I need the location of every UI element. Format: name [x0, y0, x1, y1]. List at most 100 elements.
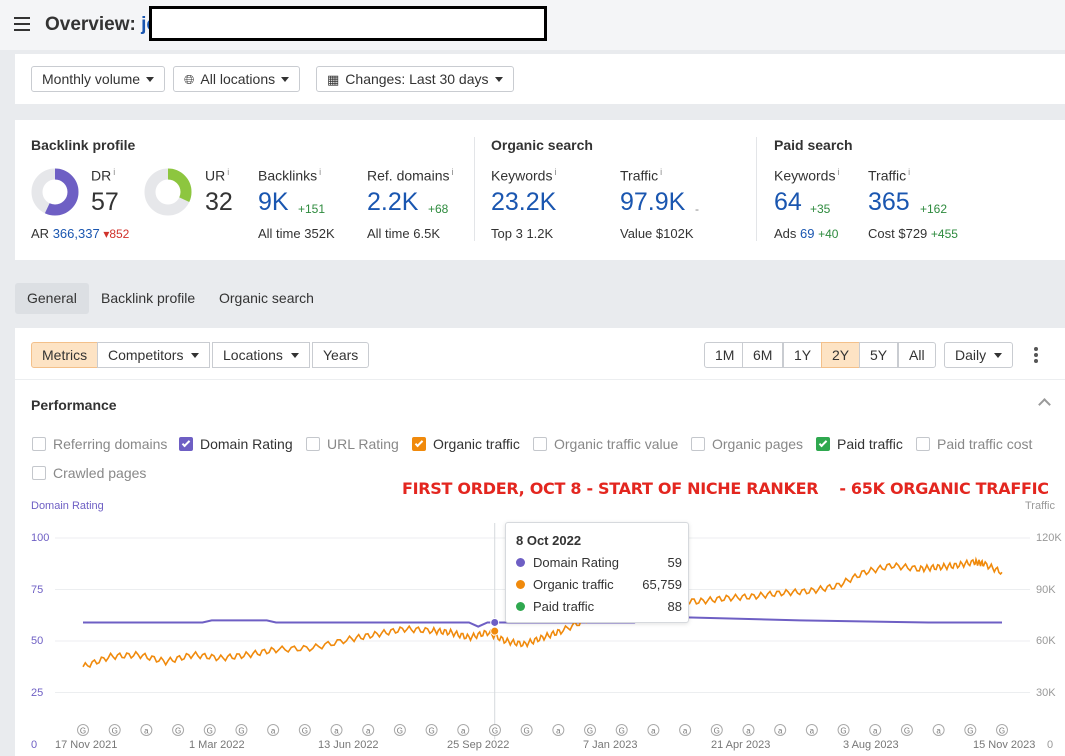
checkbox-paid-traffic[interactable]: Paid traffic	[816, 436, 903, 452]
right-axis-title: Traffic	[1025, 500, 1055, 512]
info-icon: i	[319, 167, 322, 177]
dr-value[interactable]: 57	[91, 188, 119, 217]
ref-domains-alltime: All time 6.5K	[367, 226, 440, 241]
checkbox-organic-traffic[interactable]: Organic traffic	[412, 436, 520, 452]
chevron-down-icon	[146, 77, 155, 82]
dr-donut	[31, 168, 79, 216]
range-2y[interactable]: 2Y	[821, 342, 861, 368]
event-marker: a	[869, 724, 882, 736]
range-6m[interactable]: 6M	[742, 342, 784, 368]
paid-keywords-value[interactable]: 64	[774, 188, 802, 217]
event-marker: a	[679, 724, 692, 736]
ref-domains-label: Ref. domains i	[367, 167, 454, 184]
event-marker: a	[647, 724, 660, 736]
event-marker: G	[172, 724, 185, 736]
svg-text:G: G	[587, 727, 593, 736]
organic-traffic-delta: -	[695, 202, 699, 216]
more-options-icon[interactable]	[1034, 347, 1040, 365]
svg-text:G: G	[428, 727, 434, 736]
divider	[474, 137, 475, 241]
ar-row: AR 366,337 ▾852	[31, 226, 130, 241]
checkbox-domain-rating[interactable]: Domain Rating	[179, 436, 293, 452]
page-title: Overview: je	[45, 14, 157, 36]
info-icon: i	[451, 167, 454, 177]
range-5y[interactable]: 5Y	[859, 342, 899, 368]
checkbox-url-rating[interactable]: URL Rating	[306, 436, 399, 452]
svg-text:G: G	[302, 727, 308, 736]
svg-text:a: a	[683, 727, 688, 736]
metrics-button[interactable]: Metrics	[31, 342, 99, 368]
svg-text:G: G	[840, 727, 846, 736]
checkbox-organic-pages[interactable]: Organic pages	[691, 436, 803, 452]
svg-text:a: a	[810, 727, 815, 736]
paid-cost: Cost $729 +455	[868, 226, 958, 241]
divider	[756, 137, 757, 241]
svg-text:G: G	[207, 727, 213, 736]
ar-value[interactable]: 366,337	[53, 226, 100, 241]
checkbox-crawled-pages[interactable]: Crawled pages	[32, 465, 146, 481]
ref-domains-value[interactable]: 2.2K	[367, 188, 418, 217]
range-1y[interactable]: 1Y	[783, 342, 823, 368]
chevron-down-icon	[290, 353, 299, 358]
menu-icon[interactable]	[14, 17, 30, 31]
svg-text:G: G	[904, 727, 910, 736]
backlink-profile-title: Backlink profile	[31, 137, 136, 153]
organic-traffic-label: Traffic i	[620, 167, 663, 184]
paid-traffic-value[interactable]: 365	[868, 188, 910, 217]
event-marker: G	[584, 724, 597, 736]
checkbox-referring-domains[interactable]: Referring domains	[32, 436, 167, 452]
range-all[interactable]: All	[898, 342, 936, 368]
interval-dropdown[interactable]: Daily	[944, 342, 1014, 368]
x-tick: 3 Aug 2023	[843, 739, 899, 751]
changes-dropdown[interactable]: ▦ Changes: Last 30 days	[316, 66, 514, 92]
svg-text:a: a	[651, 727, 656, 736]
svg-text:a: a	[936, 727, 941, 736]
tab-general[interactable]: General	[15, 283, 89, 314]
organic-keywords-value[interactable]: 23.2K	[491, 188, 556, 217]
paid-ads: Ads 69 +40	[774, 226, 839, 241]
ur-donut	[144, 168, 192, 216]
locations-chart-dropdown[interactable]: Locations	[212, 342, 310, 368]
highlight-point-dr	[490, 617, 500, 627]
svg-text:a: a	[334, 727, 339, 736]
event-marker: G	[393, 724, 406, 736]
event-marker: G	[837, 724, 850, 736]
chevron-down-icon	[494, 77, 503, 82]
years-button[interactable]: Years	[312, 342, 370, 368]
tab-organic-search[interactable]: Organic search	[207, 283, 326, 314]
ur-label[interactable]: UR i	[205, 167, 229, 184]
ref-domains-delta: +68	[428, 202, 449, 216]
organic-search-title: Organic search	[491, 137, 593, 153]
highlight-point-organic	[490, 626, 500, 636]
checkbox-organic-traffic-value[interactable]: Organic traffic value	[533, 436, 678, 452]
right-tick: 0	[1047, 739, 1054, 751]
organic-top3: Top 3 1.2K	[491, 226, 554, 241]
svg-text:G: G	[714, 727, 720, 736]
event-marker: G	[710, 724, 723, 736]
event-marker: G	[203, 724, 216, 736]
tooltip-date: 8 Oct 2022	[516, 533, 582, 548]
ur-value[interactable]: 32	[205, 188, 233, 217]
organic-traffic-value[interactable]: 97.9K	[620, 188, 685, 217]
competitors-dropdown[interactable]: Competitors	[97, 342, 211, 368]
volume-dropdown[interactable]: Monthly volume	[31, 66, 166, 92]
paid-traffic-label: Traffic i	[868, 167, 911, 184]
tooltip-row-domain-rating: Domain Rating 59	[516, 555, 682, 570]
svg-text:a: a	[873, 727, 878, 736]
svg-text:G: G	[492, 727, 498, 736]
event-marker: G	[235, 724, 248, 736]
x-tick: 7 Jan 2023	[583, 739, 638, 751]
locations-dropdown[interactable]: 🌐︎ All locations	[173, 66, 301, 92]
chevron-down-icon	[191, 353, 200, 358]
x-tick: 1 Mar 2022	[189, 739, 245, 751]
checkbox-paid-traffic-cost[interactable]: Paid traffic cost	[916, 436, 1032, 452]
svg-text:a: a	[778, 727, 783, 736]
ar-delta: ▾852	[103, 227, 130, 241]
backlinks-label: Backlinks i	[258, 167, 322, 184]
svg-text:G: G	[524, 727, 530, 736]
range-1m[interactable]: 1M	[704, 342, 746, 368]
dr-label[interactable]: DR i	[91, 167, 115, 184]
backlinks-value[interactable]: 9K	[258, 188, 289, 217]
tab-backlink-profile[interactable]: Backlink profile	[89, 283, 207, 314]
svg-text:G: G	[397, 727, 403, 736]
